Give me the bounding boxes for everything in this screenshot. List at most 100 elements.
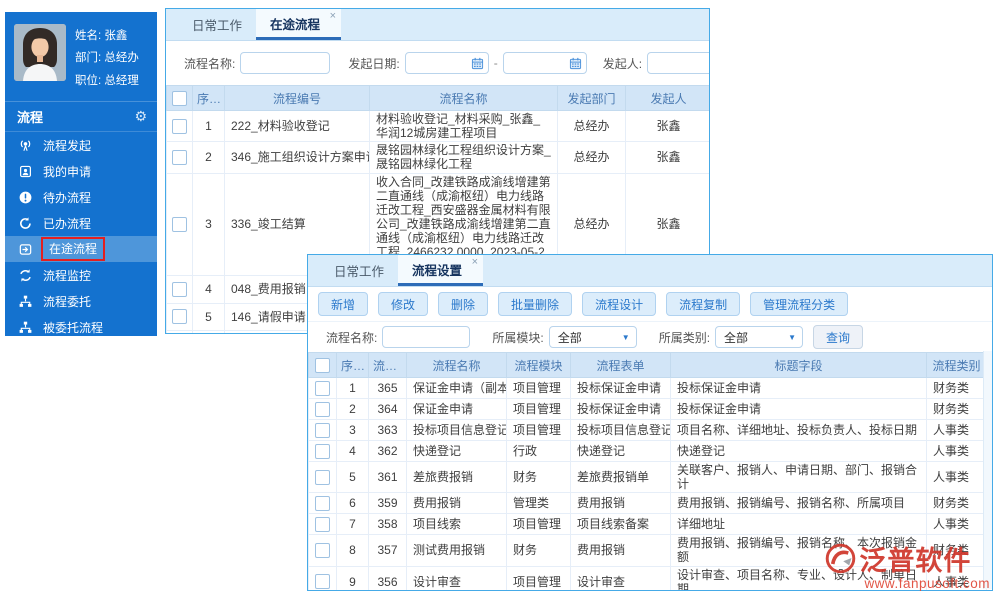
sidebar-item-in-transit-flows[interactable]: 在途流程: [5, 236, 157, 263]
exclaim-icon: [18, 190, 33, 205]
cell-no: 6: [192, 329, 225, 333]
column-header[interactable]: 发起部门: [557, 85, 626, 111]
cell-code: 362: [368, 440, 407, 462]
sidebar-item-label: 流程发起: [43, 138, 92, 153]
table-row[interactable]: 4 362 快递登记 行政 快递登记 快递登记 人事类: [308, 440, 987, 462]
checkbox[interactable]: [172, 150, 187, 166]
module-select[interactable]: 全部 ▼: [548, 326, 637, 348]
manage-flow-category-button[interactable]: 管理流程分类: [750, 292, 849, 316]
column-header[interactable]: 序号: [192, 85, 225, 111]
checkbox[interactable]: [315, 401, 330, 417]
checkbox-cell: [308, 352, 337, 378]
column-header[interactable]: 序号: [336, 352, 369, 378]
table-row[interactable]: 5 361 差旅费报销 财务 差旅费报销单 关联客户、报销人、申请日期、部门、报销合计 人事…: [308, 460, 987, 494]
sidebar-item-initiate[interactable]: 流程发起: [5, 132, 157, 158]
cell-no: 1: [192, 109, 225, 143]
sidebar-item-my-applications[interactable]: 我的申请: [5, 158, 157, 184]
flow-name-input[interactable]: [382, 326, 471, 348]
cell-form: 快递登记: [570, 440, 671, 462]
delete-button[interactable]: 删除: [438, 292, 489, 316]
cell-code: 357: [368, 534, 407, 567]
checkbox-cell: [166, 274, 193, 304]
table-row[interactable]: 1 222_材料验收登记 材料验收登记_材料采购_张鑫_华润12城房建工程项目 总经办…: [166, 109, 709, 143]
cell-name: 费用报销: [406, 492, 507, 515]
window1-tab[interactable]: 日常工作: [178, 9, 256, 40]
checkbox-cell: [166, 109, 193, 143]
table-row[interactable]: 7 358 项目线索 项目管理 项目线索备案 详细地址 人事类: [308, 513, 987, 536]
column-header[interactable]: 流程类别: [926, 352, 987, 378]
cell-no: 1: [336, 377, 369, 399]
category-select[interactable]: 全部 ▼: [715, 326, 804, 348]
chevron-down-icon: ▼: [621, 332, 630, 342]
column-header[interactable]: 流程名称: [369, 85, 558, 111]
checkbox-cell: [308, 492, 337, 515]
checkbox[interactable]: [315, 443, 330, 459]
flow-copy-button[interactable]: 流程复制: [666, 292, 741, 316]
flow-name-input[interactable]: [240, 52, 331, 74]
checkbox[interactable]: [315, 357, 330, 373]
checkbox[interactable]: [172, 118, 187, 134]
column-header[interactable]: 标题字段: [670, 352, 927, 378]
close-icon[interactable]: ×: [330, 10, 336, 22]
edit-button[interactable]: 修改: [378, 292, 429, 316]
checkbox[interactable]: [315, 469, 330, 485]
cell-title-fields: 项目名称、详细地址、投标负责人、投标日期: [670, 419, 927, 441]
sidebar-item-flow-delegate[interactable]: 流程委托: [5, 288, 157, 314]
cell-name: 保证金申请: [406, 398, 507, 420]
cell-module: 管理类: [506, 492, 571, 515]
checkbox[interactable]: [172, 216, 187, 232]
sidebar-item-flow-monitor[interactable]: 流程监控: [5, 262, 157, 288]
cell-dept: 总经办: [557, 109, 626, 143]
cell-category: 财务类: [926, 398, 987, 420]
window1-tab[interactable]: 在途流程 ×: [256, 9, 342, 40]
cell-no: 2: [336, 398, 369, 420]
checkbox[interactable]: [315, 543, 330, 559]
add-button[interactable]: 新增: [318, 292, 369, 316]
avatar: [14, 24, 66, 81]
query-button[interactable]: 查询: [813, 325, 864, 349]
checkbox-cell: [166, 302, 193, 331]
sidebar-item-done-flows[interactable]: 已办流程: [5, 210, 157, 236]
checkbox[interactable]: [315, 495, 330, 511]
checkbox[interactable]: [172, 309, 187, 325]
close-icon[interactable]: ×: [472, 256, 478, 268]
window2-tab[interactable]: 流程设置 ×: [398, 255, 484, 286]
column-header[interactable]: 流程名称: [406, 352, 507, 378]
column-header[interactable]: 流程表单: [570, 352, 671, 378]
table-row[interactable]: 1365保证金申请（副本）项目管理投标保证金申请投标保证金申请财务类: [308, 377, 987, 399]
tab-label: 日常工作: [334, 265, 385, 279]
initiator-input[interactable]: [647, 52, 709, 74]
column-header[interactable]: 发起人: [625, 85, 709, 111]
calendar-icon[interactable]: [471, 57, 484, 70]
table-row[interactable]: 3 363 投标项目信息登记 项目管理 投标项目信息登记 项目名称、详细地址、投标负责人、…: [308, 419, 987, 441]
sidebar-item-delegated-flows[interactable]: 被委托流程: [5, 314, 157, 340]
cell-module: 项目管理: [506, 398, 571, 420]
calendar-icon[interactable]: [569, 57, 582, 70]
checkbox[interactable]: [315, 516, 330, 532]
user-profile: 姓名: 张鑫 部门: 总经办 职位: 总经理: [5, 12, 157, 103]
batch-delete-button[interactable]: 批量删除: [498, 292, 573, 316]
sidebar-item-label: 已办流程: [43, 216, 92, 231]
sidebar-item-todo-flows[interactable]: 待办流程: [5, 184, 157, 210]
column-header[interactable]: 流程模块: [506, 352, 571, 378]
cell-module: 项目管理: [506, 377, 571, 399]
cell-person: 张鑫: [625, 141, 709, 174]
user-dept: 部门: 总经办: [75, 52, 139, 65]
flow-design-button[interactable]: 流程设计: [582, 292, 657, 316]
checkbox[interactable]: [315, 380, 330, 396]
checkbox[interactable]: [315, 422, 330, 438]
window2-tab[interactable]: 日常工作: [320, 255, 398, 286]
table-row[interactable]: 6 359 费用报销 管理类 费用报销 费用报销、报销编号、报销名称、所属项目 财务类: [308, 492, 987, 515]
gear-icon[interactable]: ⚙: [134, 108, 147, 125]
cell-category: 人事类: [926, 460, 987, 494]
checkbox[interactable]: [172, 90, 187, 106]
table-row[interactable]: 2 364 保证金申请 项目管理 投标保证金申请 投标保证金申请 财务类: [308, 398, 987, 420]
checkbox[interactable]: [315, 574, 330, 590]
column-header[interactable]: 流程编号: [224, 85, 370, 111]
cell-form: 费用报销: [570, 492, 671, 515]
sidebar-item-label: 在途流程: [41, 237, 106, 262]
checkbox[interactable]: [172, 281, 187, 297]
checkbox-cell: [166, 172, 193, 276]
column-header[interactable]: 流程...: [368, 352, 407, 378]
table-row[interactable]: 2 346_施工组织设计方案申请 晟铭园林绿化工程组织设计方案_晟铭园林绿化工程 总经…: [166, 141, 709, 174]
